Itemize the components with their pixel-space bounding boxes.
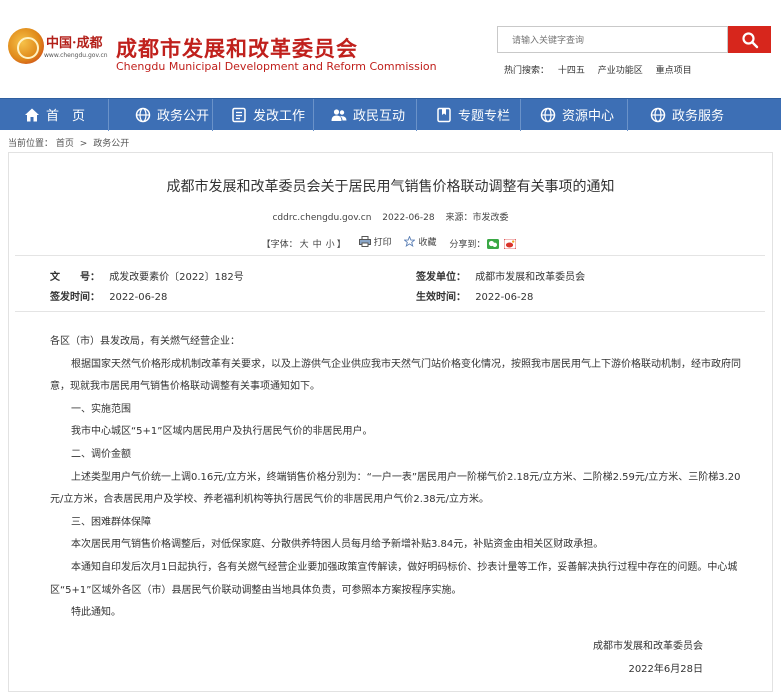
- article-meta: cddrc.chengdu.gov.cn 2022-06-28 来源：市发改委: [9, 210, 772, 223]
- effective-date-label: 生效时间：: [416, 292, 466, 303]
- nav-label: 首 页: [46, 109, 86, 124]
- folder-icon: [231, 107, 247, 123]
- hot-search-term[interactable]: 产业功能区: [598, 66, 643, 76]
- font-size-small[interactable]: 小: [326, 237, 335, 250]
- issue-date-label: 签发时间：: [50, 292, 100, 303]
- effective-date-value: 2022-06-28: [475, 292, 534, 303]
- print-button[interactable]: 打印: [358, 235, 392, 248]
- body-paragraph: 各区（市）县发改局，有关燃气经营企业：: [50, 336, 240, 347]
- breadcrumb-separator: >: [79, 139, 88, 149]
- wechat-icon[interactable]: [487, 238, 500, 249]
- globe-icon: [135, 107, 151, 123]
- section-heading: 三、困难群体保障: [71, 516, 151, 528]
- nav-item-special-topics[interactable]: 专题专栏: [417, 99, 520, 131]
- body-paragraph: 上述类型用户气价统一上调0.16元/立方米，终端销售价格分别为：“一户一表”居民…: [50, 471, 741, 506]
- breadcrumb-label: 当前位置：: [8, 139, 54, 149]
- site-title-en: Chengdu Municipal Development and Reform…: [116, 60, 437, 73]
- article-title: 成都市发展和改革委员会关于居民用气销售价格联动调整有关事项的通知: [166, 179, 615, 195]
- body-paragraph: 我市中心城区“5+1”区域内居民用户及执行居民气价的非居民用户。: [71, 426, 373, 438]
- body-paragraph: 根据国家天然气价格形成机制改革有关要求，以及上游供气企业供应我市天然气门站价格变…: [50, 358, 741, 393]
- hot-search-label: 热门搜索：: [504, 66, 550, 76]
- article-tools: 【字体： 大 中 小 】 打印 收藏 分享到：: [9, 235, 772, 250]
- nav-item-gov-services[interactable]: 政务服务: [628, 99, 778, 131]
- section-heading: 二、调价金额: [71, 448, 131, 460]
- site-title: 成都市发展和改革委员会: [116, 36, 358, 61]
- doc-number-label: 文 号：: [50, 272, 100, 283]
- nav-item-gov-affairs[interactable]: 政务公开: [109, 99, 212, 131]
- section-heading: 一、实施范围: [71, 403, 131, 415]
- effective-date-row: 生效时间： 2022-06-28: [416, 288, 533, 303]
- body-paragraph: 本通知自印发后次月1日起执行，各有关燃气经营企业要加强政策宣传解读，做好明码标价…: [50, 561, 738, 596]
- logo-text: 中国·成都: [46, 36, 103, 51]
- logo-url: www.chengdu.gov.cn: [44, 52, 108, 59]
- print-label: 打印: [373, 238, 392, 248]
- search-icon: [741, 31, 758, 48]
- share-bar: 分享到：: [449, 237, 519, 250]
- hot-search: 热门搜索： 十四五 产业功能区 重点项目: [504, 63, 702, 76]
- font-size-close: 】: [336, 240, 346, 250]
- globe-icon: [650, 107, 666, 123]
- hot-search-term[interactable]: 重点项目: [656, 66, 692, 76]
- globe-icon: [540, 107, 556, 123]
- site-header: 中国·成都 www.chengdu.gov.cn 成都市发展和改革委员会 Che…: [0, 0, 781, 98]
- nav-label: 政务公开: [157, 109, 210, 124]
- nav-item-interaction[interactable]: 政民互动: [314, 99, 416, 131]
- signature-org: 成都市发展和改革委员会: [593, 641, 703, 652]
- nav-label: 专题专栏: [458, 109, 511, 124]
- issuer-label: 签发单位：: [416, 272, 466, 283]
- breadcrumb: 当前位置： 首页 > 政务公开: [8, 136, 129, 149]
- chengdu-logo[interactable]: 中国·成都 www.chengdu.gov.cn: [8, 28, 108, 68]
- article-body: 各区（市）县发改局，有关燃气经营企业： 根据国家天然气价格形成机制改革有关要求，…: [50, 331, 750, 625]
- star-icon: [404, 236, 416, 247]
- font-size-large[interactable]: 大: [300, 237, 309, 250]
- divider: [15, 255, 765, 256]
- nav-label: 政民互动: [353, 109, 406, 124]
- users-icon: [331, 107, 347, 123]
- weibo-icon[interactable]: [504, 238, 517, 249]
- issue-date-row: 签发时间： 2022-06-28: [50, 288, 167, 303]
- nav-label: 政务服务: [672, 109, 725, 124]
- font-size-medium[interactable]: 中: [313, 237, 322, 250]
- nav-label: 发改工作: [253, 109, 306, 124]
- issuer-value: 成都市发展和改革委员会: [475, 272, 586, 283]
- print-icon: [358, 236, 371, 247]
- search-input[interactable]: [497, 26, 728, 53]
- doc-number-row: 文 号： 成发改要素价〔2022〕182号: [50, 268, 244, 283]
- article-source: 来源：市发改委: [445, 213, 509, 223]
- article-date: 2022-06-28: [382, 213, 435, 223]
- issue-date-value: 2022-06-28: [109, 292, 168, 303]
- font-size-label: 【字体：: [261, 240, 298, 250]
- divider: [15, 311, 765, 312]
- body-paragraph: 本次居民用气销售价格调整后，对低保家庭、分散供养特困人员每月给予新增补贴3.84…: [71, 539, 604, 551]
- nav-item-resource-center[interactable]: 资源中心: [521, 99, 627, 131]
- share-label: 分享到：: [449, 240, 486, 250]
- article-panel: 成都市发展和改革委员会关于居民用气销售价格联动调整有关事项的通知 cddrc.c…: [8, 152, 773, 692]
- nav-item-reform-work[interactable]: 发改工作: [213, 99, 313, 131]
- favorite-button[interactable]: 收藏: [404, 235, 436, 248]
- logo-emblem-icon: [8, 28, 44, 64]
- doc-number-value: 成发改要素价〔2022〕182号: [109, 272, 244, 283]
- home-icon: [24, 107, 40, 123]
- font-size-control: 【字体： 大 中 小 】: [262, 237, 346, 250]
- main-nav: 首 页 政务公开 发改工作 政民互动 专题专栏 资源中心 政务服务: [0, 98, 781, 131]
- breadcrumb-link-gov-affairs[interactable]: 政务公开: [93, 139, 129, 149]
- article-site: cddrc.chengdu.gov.cn: [272, 213, 372, 223]
- nav-label: 资源中心: [562, 109, 615, 124]
- favorite-label: 收藏: [418, 238, 437, 248]
- breadcrumb-link-home[interactable]: 首页: [56, 139, 74, 149]
- nav-item-home[interactable]: 首 页: [0, 99, 108, 131]
- hot-search-term[interactable]: 十四五: [558, 66, 585, 76]
- issuer-row: 签发单位： 成都市发展和改革委员会: [416, 268, 585, 283]
- search-button[interactable]: [728, 26, 771, 53]
- bookmark-icon: [436, 107, 452, 123]
- body-paragraph: 特此通知。: [71, 607, 121, 619]
